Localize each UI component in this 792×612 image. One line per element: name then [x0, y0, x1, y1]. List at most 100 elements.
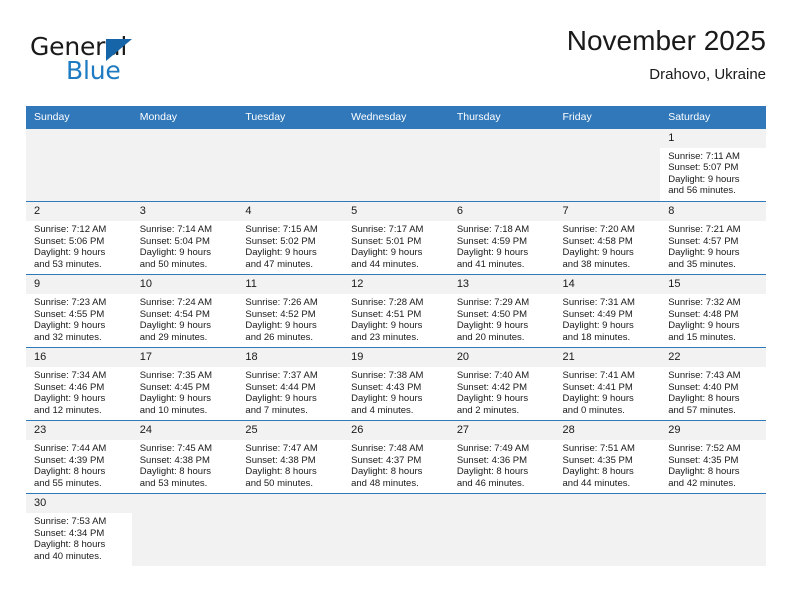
sunset-text: Sunset: 4:38 PM: [139, 454, 210, 466]
general-blue-logo[interactable]: General Blue: [30, 32, 210, 92]
calendar-day-cell[interactable]: 9 Sunrise: 7:23 AM Sunset: 4:55 PM Daylight…: [26, 274, 132, 348]
sunset-text: Sunset: 4:43 PM: [351, 381, 422, 393]
day-details: Sunrise: 7:18 AM Sunset: 4:59 PM Daylight:…: [449, 221, 555, 270]
weekday-header-monday: Monday: [131, 106, 238, 129]
day-details: Sunrise: 7:44 AM Sunset: 4:39 PM Daylight:…: [26, 440, 132, 489]
day-details: Sunrise: 7:15 AM Sunset: 5:02 PM Daylight:…: [237, 221, 343, 270]
calendar-day-cell[interactable]: 11 Sunrise: 7:26 AM Sunset: 4:52 PM Dayligh…: [237, 274, 344, 348]
calendar-day-cell[interactable]: 13 Sunrise: 7:29 AM Sunset: 4:50 PM Dayligh…: [448, 274, 555, 348]
daylight-text: Daylight: 9 hours: [34, 393, 106, 405]
daylight-text-cont: and 44 minutes.: [562, 477, 631, 489]
sunset-text: Sunset: 4:41 PM: [562, 381, 633, 393]
calendar-day-cell[interactable]: 16 Sunrise: 7:34 AM Sunset: 4:46 PM Dayligh…: [26, 347, 132, 421]
day-number: 11: [237, 275, 344, 294]
calendar-day-cell[interactable]: 29 Sunrise: 7:52 AM Sunset: 4:35 PM Dayligh…: [660, 420, 766, 494]
calendar-day-cell[interactable]: 18 Sunrise: 7:37 AM Sunset: 4:44 PM Dayligh…: [237, 347, 344, 421]
calendar-day-cell[interactable]: 10 Sunrise: 7:24 AM Sunset: 4:54 PM Dayligh…: [131, 274, 238, 348]
sunrise-text: Sunrise: 7:45 AM: [139, 443, 213, 454]
calendar-day-cell[interactable]: 19 Sunrise: 7:38 AM Sunset: 4:43 PM Dayligh…: [343, 347, 449, 421]
day-number: 13: [448, 275, 555, 294]
daylight-text-cont: and 20 minutes.: [456, 331, 525, 343]
day-number: 25: [237, 421, 344, 440]
sunrise-text: Sunrise: 7:52 AM: [668, 443, 741, 454]
day-number: 27: [448, 421, 555, 440]
calendar-week-row: 30 Sunrise: 7:53 AM Sunset: 4:34 PM Dayligh…: [26, 493, 766, 566]
day-details: Sunrise: 7:20 AM Sunset: 4:58 PM Daylight:…: [555, 221, 661, 270]
daylight-text-cont: and 48 minutes.: [351, 477, 419, 489]
daylight-text: Daylight: 9 hours: [139, 393, 211, 405]
day-details: Sunrise: 7:37 AM Sunset: 4:44 PM Daylight:…: [237, 367, 343, 416]
daylight-text: Daylight: 9 hours: [351, 393, 423, 405]
calendar-day-cell[interactable]: 22 Sunrise: 7:43 AM Sunset: 4:40 PM Dayligh…: [660, 347, 766, 421]
logo-text-blue: Blue: [66, 56, 121, 85]
calendar-day-cell-empty: [237, 128, 344, 202]
calendar-day-cell[interactable]: 12 Sunrise: 7:28 AM Sunset: 4:51 PM Dayligh…: [343, 274, 449, 348]
calendar-day-cell[interactable]: 24 Sunrise: 7:45 AM Sunset: 4:38 PM Dayligh…: [131, 420, 238, 494]
daylight-text: Daylight: 9 hours: [456, 247, 529, 259]
day-details: Sunrise: 7:26 AM Sunset: 4:52 PM Daylight:…: [237, 294, 343, 343]
day-number: 1: [660, 128, 766, 148]
sunset-text: Sunset: 4:52 PM: [245, 308, 316, 320]
calendar-day-cell[interactable]: 17 Sunrise: 7:35 AM Sunset: 4:45 PM Dayligh…: [131, 347, 238, 421]
calendar-day-cell[interactable]: 20 Sunrise: 7:40 AM Sunset: 4:42 PM Dayligh…: [448, 347, 555, 421]
calendar-day-cell[interactable]: 4 Sunrise: 7:15 AM Sunset: 5:02 PM Daylight…: [237, 201, 344, 275]
calendar-day-cell[interactable]: 7 Sunrise: 7:20 AM Sunset: 4:58 PM Daylight…: [554, 201, 661, 275]
calendar-day-cell[interactable]: 3 Sunrise: 7:14 AM Sunset: 5:04 PM Daylight…: [131, 201, 238, 275]
day-details: Sunrise: 7:41 AM Sunset: 4:41 PM Daylight:…: [555, 367, 661, 416]
calendar-day-cell[interactable]: 2 Sunrise: 7:12 AM Sunset: 5:06 PM Daylight…: [26, 201, 132, 275]
calendar-day-cell[interactable]: 15 Sunrise: 7:32 AM Sunset: 4:48 PM Dayligh…: [660, 274, 766, 348]
day-details: Sunrise: 7:14 AM Sunset: 5:04 PM Daylight:…: [132, 221, 238, 270]
calendar-day-cell[interactable]: 6 Sunrise: 7:18 AM Sunset: 4:59 PM Daylight…: [448, 201, 555, 275]
daylight-text: Daylight: 8 hours: [456, 466, 529, 478]
daylight-text: Daylight: 9 hours: [668, 173, 740, 185]
calendar-day-cell[interactable]: 5 Sunrise: 7:17 AM Sunset: 5:01 PM Daylight…: [343, 201, 449, 275]
calendar-day-cell[interactable]: 25 Sunrise: 7:47 AM Sunset: 4:38 PM Dayligh…: [237, 420, 344, 494]
calendar-week-row: 23 Sunrise: 7:44 AM Sunset: 4:39 PM Dayligh…: [26, 420, 766, 494]
calendar-day-cell[interactable]: 14 Sunrise: 7:31 AM Sunset: 4:49 PM Dayligh…: [554, 274, 661, 348]
daylight-text: Daylight: 9 hours: [562, 320, 634, 332]
sunset-text: Sunset: 4:49 PM: [562, 308, 633, 320]
calendar-day-cell[interactable]: 30 Sunrise: 7:53 AM Sunset: 4:34 PM Dayligh…: [26, 493, 132, 566]
calendar-day-cell[interactable]: 27 Sunrise: 7:49 AM Sunset: 4:36 PM Dayligh…: [448, 420, 555, 494]
calendar-day-cell[interactable]: 28 Sunrise: 7:51 AM Sunset: 4:35 PM Dayligh…: [554, 420, 661, 494]
day-number: 17: [131, 348, 238, 367]
day-details: Sunrise: 7:29 AM Sunset: 4:50 PM Daylight:…: [449, 294, 555, 343]
sunset-text: Sunset: 4:44 PM: [245, 381, 316, 393]
sunset-text: Sunset: 4:55 PM: [34, 308, 105, 320]
sunrise-text: Sunrise: 7:41 AM: [562, 370, 635, 381]
day-number: [131, 494, 238, 513]
sunset-text: Sunset: 4:50 PM: [456, 308, 528, 320]
day-number: [343, 494, 449, 513]
sunrise-text: Sunrise: 7:11 AM: [668, 150, 740, 162]
day-number: 7: [554, 202, 661, 221]
calendar-day-cell[interactable]: 23 Sunrise: 7:44 AM Sunset: 4:39 PM Dayligh…: [26, 420, 132, 494]
sunrise-text: Sunrise: 7:23 AM: [34, 297, 107, 308]
calendar-day-cell[interactable]: 21 Sunrise: 7:41 AM Sunset: 4:41 PM Dayligh…: [554, 347, 661, 421]
sunrise-text: Sunrise: 7:38 AM: [351, 370, 424, 381]
day-details: Sunrise: 7:49 AM Sunset: 4:36 PM Daylight:…: [449, 440, 555, 489]
daylight-text: Daylight: 8 hours: [351, 466, 423, 478]
day-details: Sunrise: 7:11 AM Sunset: 5:07 PM Daylight:…: [660, 148, 766, 197]
calendar-header-row: Sunday Monday Tuesday Wednesday Thursday…: [26, 106, 766, 129]
calendar-day-cell[interactable]: 1 Sunrise: 7:11 AM Sunset: 5:07 PM Daylight…: [660, 128, 766, 202]
daylight-text: Daylight: 8 hours: [668, 393, 740, 405]
page-subtitle: Drahovo, Ukraine: [649, 66, 766, 83]
weekday-header-saturday: Saturday: [660, 106, 766, 129]
weekday-header-tuesday: Tuesday: [237, 106, 344, 129]
calendar-day-cell[interactable]: 8 Sunrise: 7:21 AM Sunset: 4:57 PM Daylight…: [660, 201, 766, 275]
day-number: 22: [660, 348, 766, 367]
daylight-text-cont: and 23 minutes.: [351, 331, 419, 343]
weekday-header-thursday: Thursday: [448, 106, 555, 129]
calendar-day-cell-empty: [448, 128, 555, 202]
sunset-text: Sunset: 4:42 PM: [456, 381, 528, 393]
calendar-day-cell[interactable]: 26 Sunrise: 7:48 AM Sunset: 4:37 PM Dayligh…: [343, 420, 449, 494]
day-number: 5: [343, 202, 449, 221]
calendar-day-cell-empty: [237, 493, 344, 566]
daylight-text-cont: and 53 minutes.: [139, 477, 208, 489]
day-number: 19: [343, 348, 449, 367]
daylight-text: Daylight: 9 hours: [139, 247, 211, 259]
sunset-text: Sunset: 4:51 PM: [351, 308, 422, 320]
day-number: 15: [660, 275, 766, 294]
calendar-day-cell-empty: [448, 493, 555, 566]
daylight-text-cont: and 57 minutes.: [668, 404, 736, 416]
